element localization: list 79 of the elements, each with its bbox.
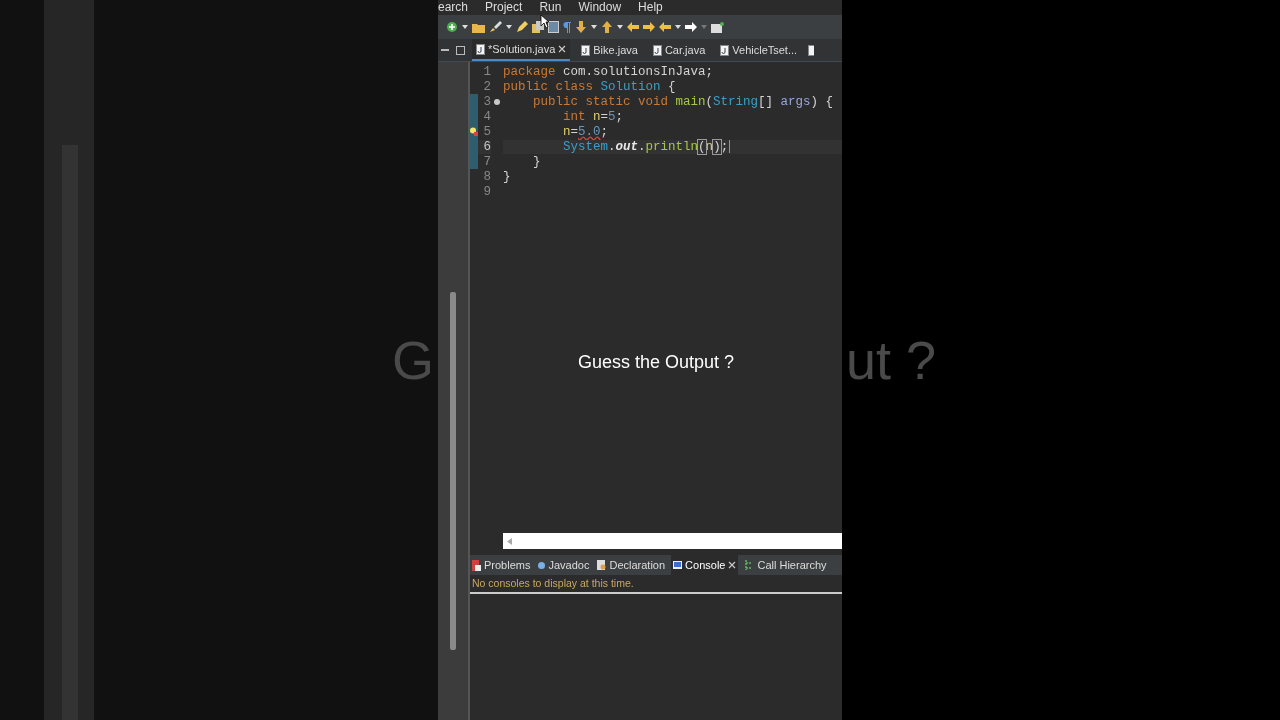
panel-tab[interactable]: Call Hierarchy [742, 555, 829, 575]
tab-label: Problems [484, 559, 531, 571]
brush-icon[interactable] [489, 21, 502, 33]
panel-tab[interactable]: Problems [470, 555, 533, 575]
code-line: n=5.0; [562, 124, 610, 139]
menu-item[interactable]: earch [438, 0, 486, 15]
line-number: 8 [482, 169, 491, 184]
tab-label: Javadoc [548, 559, 590, 571]
editor-tab[interactable]: *Solution.java [472, 39, 571, 61]
panel-tab[interactable]: Javadoc [536, 555, 592, 575]
java-file-icon [720, 44, 730, 56]
menu-item[interactable]: Help [638, 0, 680, 15]
java-file-icon [652, 44, 662, 56]
arrow-right-icon[interactable] [685, 22, 697, 32]
menu-item[interactable]: Project [485, 0, 540, 15]
dot-icon [494, 98, 500, 105]
panel-tab[interactable]: Declaration [595, 555, 668, 575]
tab-label: Console [685, 559, 726, 571]
error-bulb-icon[interactable] [470, 127, 478, 136]
monitor-icon [673, 561, 683, 569]
line-number: 2 [482, 79, 491, 94]
maximize-icon[interactable] [456, 45, 465, 55]
folder-icon[interactable] [472, 21, 485, 33]
video-caption: Guess the Output ? [576, 352, 736, 373]
arrow-right-icon[interactable] [643, 22, 655, 32]
arrow-left-icon[interactable] [627, 22, 639, 32]
cursor-icon [540, 14, 550, 29]
console-message: No consoles to display at this time. [470, 575, 842, 594]
java-file-icon [581, 44, 591, 56]
line-number: 7 [482, 154, 491, 169]
editor-tab[interactable]: VehicleTset... [716, 39, 802, 61]
blurred-caption: ut ? [846, 329, 937, 391]
java-file-icon [808, 44, 815, 56]
code-line: package com.solutionsInJava; [503, 64, 715, 79]
plus-icon[interactable] [446, 21, 458, 33]
line-number: 1 [482, 64, 491, 79]
tab-label: Call Hierarchy [757, 559, 827, 571]
line-number: 3 [482, 94, 491, 109]
caret-icon[interactable] [675, 25, 681, 29]
line-number: 9 [482, 184, 491, 199]
caret-icon[interactable] [617, 25, 623, 29]
caret-icon[interactable] [591, 25, 597, 29]
code-line: int n=5; [562, 109, 625, 124]
arrow-up-icon[interactable] [601, 21, 613, 33]
line-number: 4 [482, 109, 491, 124]
caret-icon[interactable] [506, 25, 512, 29]
scrollbar[interactable] [503, 533, 842, 549]
close-icon[interactable] [558, 45, 567, 53]
caret-icon[interactable] [462, 25, 468, 29]
tab-label: Car.java [664, 44, 706, 56]
code-line: } [503, 169, 512, 184]
menu-item[interactable]: Window [578, 0, 639, 15]
document-icon [597, 560, 607, 570]
code-line: } [532, 154, 542, 169]
code-line: public static void main(String[] args) { [532, 94, 835, 109]
tab-label: VehicleTset... [732, 44, 798, 56]
problems-icon [472, 559, 481, 571]
close-icon[interactable] [728, 561, 737, 569]
window-icon[interactable] [711, 21, 724, 33]
arrow-left-icon[interactable] [659, 22, 671, 32]
panel-tab[interactable]: Console [671, 555, 739, 575]
blurred-caption: G [392, 329, 434, 391]
code-line: public class Solution { [503, 79, 677, 94]
pencil-icon[interactable] [516, 21, 528, 33]
arrow-down-icon[interactable] [575, 21, 587, 33]
tab-label: *Solution.java [488, 43, 556, 55]
minimize-icon[interactable] [441, 48, 449, 52]
dot-icon [538, 561, 546, 569]
tab-label: Bike.java [593, 44, 638, 56]
tab-label: Declaration [609, 559, 666, 571]
line-number: 6 [478, 139, 491, 154]
editor-tab[interactable]: Car.java [648, 39, 710, 61]
java-file-icon [476, 43, 485, 55]
pilcrow-icon[interactable] [563, 21, 571, 33]
scrollbar[interactable] [450, 292, 456, 650]
menu-item[interactable]: Run [539, 0, 579, 15]
pages-icon[interactable] [532, 21, 544, 33]
line-number: 5 [482, 124, 491, 139]
editor-tab[interactable]: Bike.java [577, 39, 642, 61]
